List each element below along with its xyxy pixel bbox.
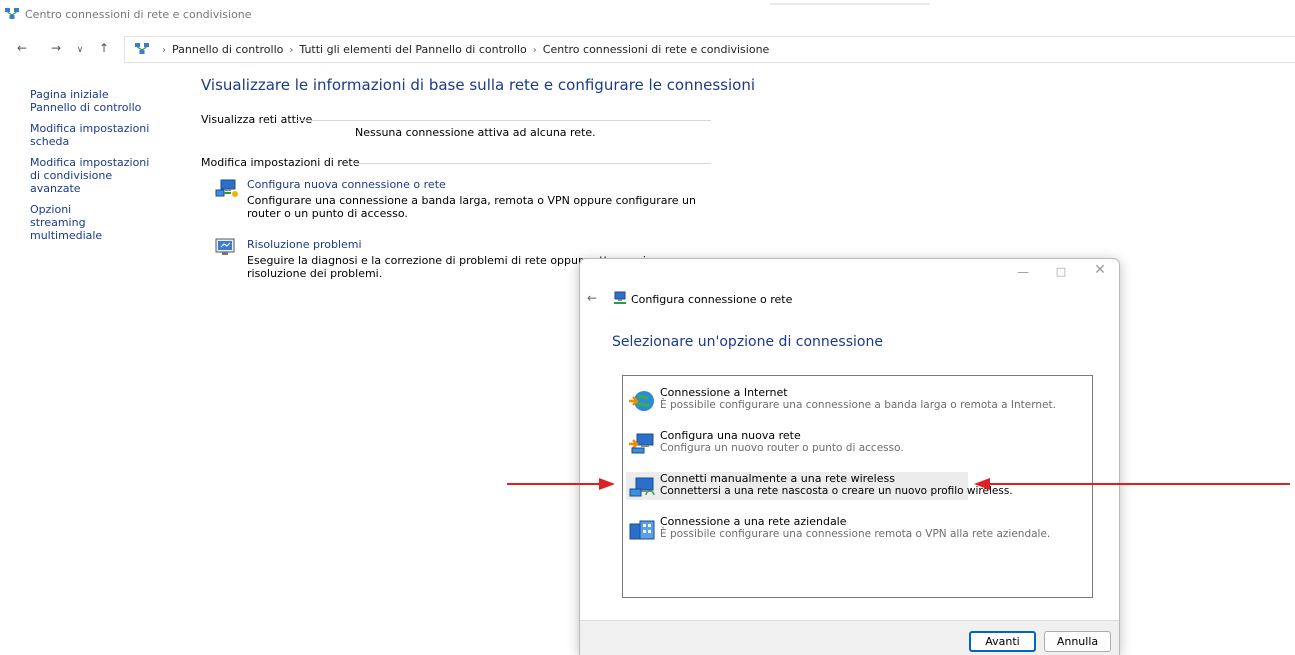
option-name: Connessione a Internet [660,386,788,399]
cancel-button[interactable]: Annulla [1044,631,1111,652]
chevron-down-icon[interactable]: ∨ [72,43,88,57]
back-arrow-icon[interactable]: ← [587,291,597,305]
breadcrumb: › Pannello di controllo › Tutti gli element… [156,43,769,56]
breadcrumb-item[interactable]: Tutti gli elementi del Pannello di contr… [299,43,526,56]
wireless-icon [628,475,656,502]
minimize-icon[interactable]: — [1013,265,1033,279]
titlebar-divider [770,3,930,5]
task-description: Configurare una connessione a banda larg… [247,194,696,220]
page-title: Visualizzare le informazioni di base sul… [201,76,756,94]
workplace-icon [628,518,656,545]
chevron-right-icon: › [532,45,537,56]
annotation-arrow-left [507,478,615,490]
sidebar-item-control-panel-home[interactable]: Pagina iniziale Pannello di controllo [30,88,155,114]
option-name: Configura una nuova rete [660,429,801,442]
sidebar-item-adapter-settings[interactable]: Modifica impostazioni scheda [30,122,180,148]
address-bar[interactable]: › Pannello di controllo › Tutti gli element… [124,36,1295,63]
setup-connection-link[interactable]: Configura nuova connessione o rete [247,178,446,191]
chevron-right-icon: › [289,45,294,56]
troubleshoot-link[interactable]: Risoluzione problemi [247,238,362,251]
option-manual-wireless[interactable]: Connetti manualmente a una rete wireless… [626,472,1013,502]
sidebar: Pagina iniziale Pannello di controllo Mo… [30,88,180,250]
network-center-icon [5,8,19,23]
network-setup-icon [215,178,239,201]
globe-icon [628,389,656,416]
dialog-footer: Avanti Annulla [580,620,1119,655]
option-description: È possibile configurare una connessione … [660,399,1056,411]
option-name: Connetti manualmente a una rete wireless [660,472,895,485]
navigation-bar: ← → ∨ ↑ › Pannello di controllo › Tutti gli… [0,34,1295,64]
breadcrumb-item[interactable]: Pannello di controllo [172,43,283,56]
option-name: Connessione a una rete aziendale [660,515,847,528]
active-networks-section: Visualizza reti attive [201,113,711,126]
section-label: Modifica impostazioni di rete [201,156,360,169]
section-divider [296,120,711,121]
arrow-right-icon[interactable]: → [48,41,64,55]
window-title: Centro connessioni di rete e condivision… [25,8,252,21]
new-network-icon [628,432,656,459]
annotation-arrow-right [974,478,1290,490]
option-description: Configura un nuovo router o punto di acc… [660,442,904,454]
maximize-icon[interactable]: □ [1051,265,1071,278]
window-titlebar: Centro connessioni di rete e condivision… [0,0,1295,28]
option-description: Connettersi a una rete nascosta o creare… [660,485,1013,497]
arrow-left-icon[interactable]: ← [14,41,30,55]
dialog-title: Configura connessione o rete [631,293,793,306]
sidebar-item-media-streaming[interactable]: Opzioni streaming multimediale [30,203,130,242]
troubleshoot-icon [215,238,237,259]
section-divider [353,163,711,164]
network-center-icon [135,43,149,58]
option-workplace-network[interactable]: Connessione a una rete aziendale È possi… [626,515,1050,545]
setup-connection-dialog: — □ ✕ ← Configura connessione o rete Sel… [579,258,1120,655]
option-new-network[interactable]: Configura una nuova rete Configura un nu… [626,429,968,457]
option-internet-connection[interactable]: Connessione a Internet È possibile confi… [626,386,1056,416]
sidebar-item-advanced-sharing[interactable]: Modifica impostazioni di condivisione av… [30,156,150,195]
dialog-heading: Selezionare un'opzione di connessione [612,334,883,350]
next-button[interactable]: Avanti [969,631,1036,652]
arrow-up-icon[interactable]: ↑ [96,41,112,55]
close-icon[interactable]: ✕ [1090,262,1110,278]
no-connection-text: Nessuna connessione attiva ad alcuna ret… [355,126,596,139]
change-settings-section: Modifica impostazioni di rete [201,156,711,169]
chevron-right-icon: › [162,45,166,56]
network-setup-icon [612,291,628,308]
option-description: È possibile configurare una connessione … [660,528,1051,540]
breadcrumb-item[interactable]: Centro connessioni di rete e condivision… [543,43,770,56]
